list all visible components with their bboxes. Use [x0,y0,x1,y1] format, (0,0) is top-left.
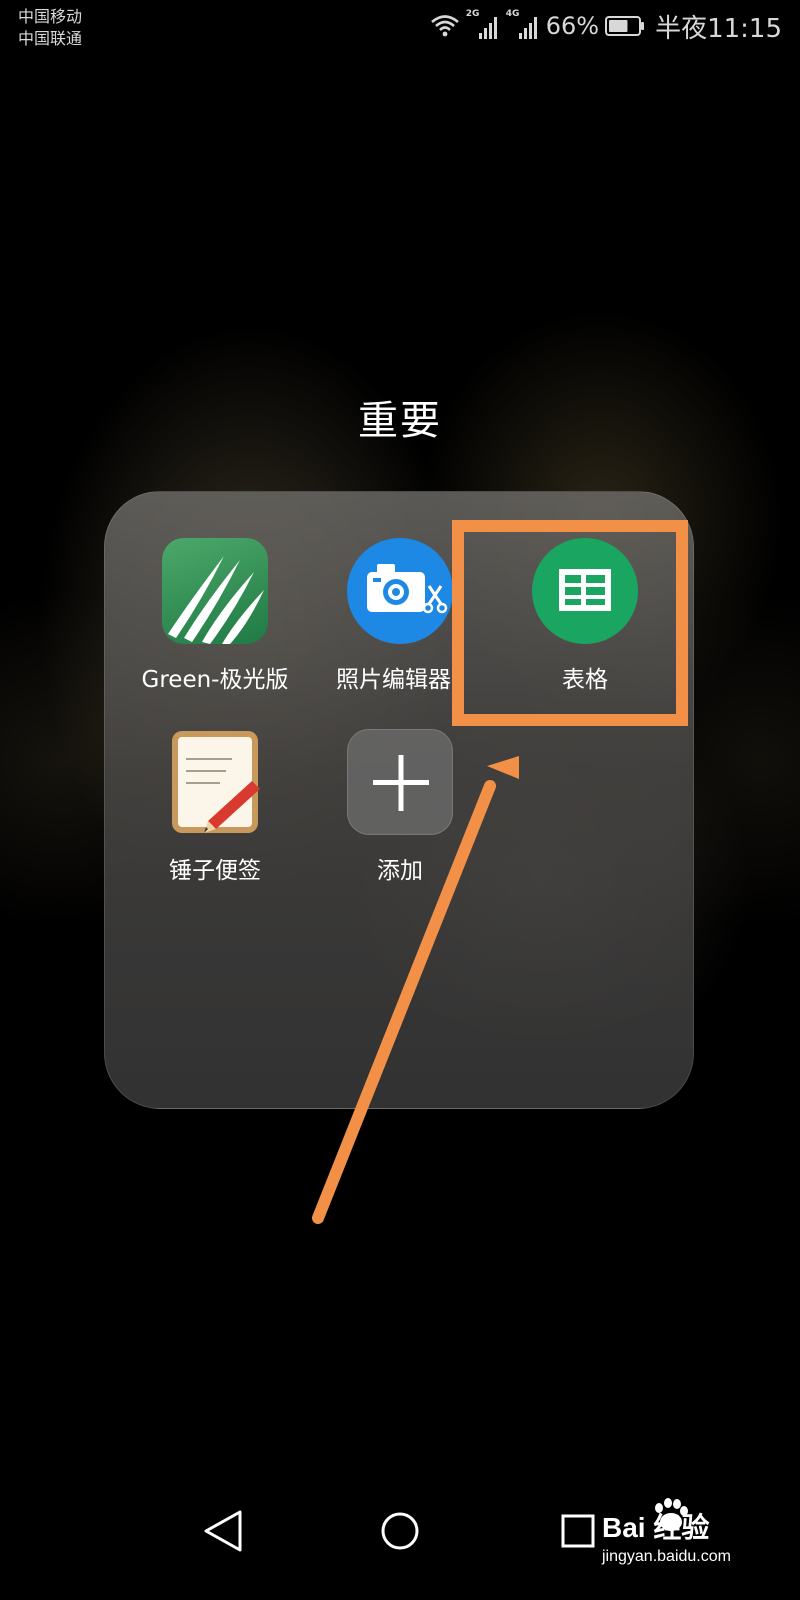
status-bar: 中国移动 中国联通 2G 4G 66% 半夜11:15 [0,0,800,56]
clock: 半夜11:15 [655,13,782,44]
status-indicators: 2G 4G 66% 半夜11:15 [430,9,782,44]
app-label: 照片编辑器 [336,667,451,693]
recent-square-icon[interactable] [548,1500,608,1560]
home-circle-icon[interactable] [370,1500,430,1560]
back-triangle-icon[interactable] [192,1500,252,1560]
app-label: 添加 [377,858,423,884]
signal-bars-icon [518,17,537,39]
carrier-labels: 中国移动 中国联通 [18,6,82,50]
camera-scissors-icon [347,538,453,644]
green-leaf-icon [162,538,268,644]
battery-icon [605,16,645,36]
baidu-jingyan-watermark: Bai 经验 jingyan.baidu.com [602,1498,762,1580]
add-app-button[interactable]: 添加 [307,729,493,885]
carrier-2: 中国联通 [18,29,83,48]
signal-sim1: 2G [466,9,500,39]
wifi-icon [430,15,459,37]
signal-bars-icon [478,17,497,39]
carrier-1: 中国移动 [18,7,83,26]
plus-icon [347,729,453,835]
watermark-brand: Bai 经验 [602,1512,710,1543]
watermark-url: jingyan.baidu.com [602,1548,731,1565]
app-label: 锤子便签 [169,858,261,884]
notepad-pencil-icon [162,729,268,835]
highlight-box [452,520,688,726]
folder-title[interactable]: 重要 [0,388,800,446]
app-hammer-notes[interactable]: 锤子便签 [122,729,308,885]
app-label: Green-极光版 [141,667,289,693]
app-green[interactable]: Green-极光版 [122,538,308,694]
battery-percent: 66% [545,12,600,40]
signal-sim2: 4G [506,9,540,39]
